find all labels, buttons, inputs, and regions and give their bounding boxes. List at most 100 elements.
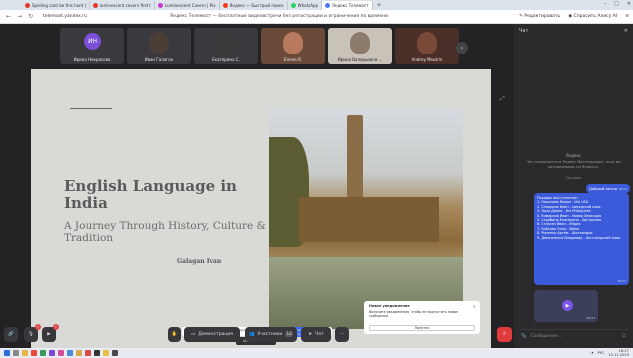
participant-tile[interactable]: ИН Ирина Некрасова [60, 28, 124, 64]
yandex-icon [222, 2, 228, 8]
expand-icon[interactable]: ⤢ [500, 95, 505, 103]
browser-tab[interactable]: Luminescent Cavern | Pix [155, 0, 220, 10]
search-icon[interactable] [13, 350, 19, 356]
participant-video [417, 32, 437, 54]
url-field[interactable]: telemost.yandex.ru [43, 14, 87, 19]
chat-button[interactable]: ➤ Чат [301, 327, 331, 342]
attach-icon[interactable]: 📎 [521, 334, 527, 339]
participant-name: Елена Я. [284, 57, 302, 62]
message-time: 18:21 [586, 316, 595, 320]
close-icon[interactable]: ✕ [473, 304, 476, 309]
photo-fort [299, 197, 439, 242]
browser-tab-bar: Spelling cant be this hard | luminescent… [0, 0, 633, 10]
date-separator: Сегодня [565, 176, 582, 180]
close-icon[interactable]: ✕ [624, 28, 628, 34]
system-tray: ◔ РУС 18:27 15.11.2025 [590, 348, 629, 358]
next-participants-button[interactable]: › [456, 42, 468, 54]
end-call-button[interactable]: ✆ [497, 327, 512, 342]
address-bar: ← → ↻ telemost.yandex.ru Яндекс Телемост… [0, 10, 633, 24]
participant-name: Иван Галаган [144, 57, 174, 62]
app-icon[interactable] [103, 350, 109, 356]
app-icon[interactable] [76, 350, 82, 356]
chat-message[interactable]: Порядок выступления : 1. Николаев Мирон … [534, 193, 629, 285]
participant-name: Екатерина С. [212, 57, 240, 62]
notification-title: Новое уведомление [369, 304, 410, 308]
raise-hand-button[interactable]: ✋ [168, 327, 181, 342]
participant-tile[interactable]: Andrey Moutrin [395, 28, 459, 64]
nav-buttons: ← → ↻ [0, 13, 39, 20]
more-button[interactable]: ··· [335, 327, 349, 342]
telemost-meeting-area: ИН Ирина Некрасова Иван Галаган Екатерин… [0, 24, 514, 349]
app-icon[interactable] [67, 350, 73, 356]
notification-ok-button[interactable]: Понятно [369, 325, 475, 331]
chat-header: Чат ✕ [514, 24, 633, 38]
forward-icon[interactable]: → [17, 13, 22, 20]
browser-icon[interactable] [31, 350, 37, 356]
alice-button[interactable]: ◉ Спросить Алису AI [568, 14, 617, 19]
mic-button[interactable]: 🎙! [24, 324, 41, 342]
maximize-icon[interactable]: □ [614, 1, 619, 7]
send-icon: ➤ [308, 332, 313, 337]
slide-title: English Language in India [64, 177, 237, 212]
chat-yandex-label: Яндекс [565, 153, 582, 158]
slide-divider [70, 108, 112, 109]
participant-tile[interactable]: Екатерина С. [194, 28, 258, 64]
youtube-icon [92, 2, 98, 8]
participants-strip: ИН Ирина Некрасова Иван Галаган Екатерин… [60, 28, 459, 64]
back-icon[interactable]: ← [6, 13, 11, 20]
app-icon[interactable] [112, 350, 118, 356]
participant-name: Andrey Moutrin [411, 57, 443, 62]
browser-tab[interactable]: Spelling cant be this hard | [22, 0, 90, 10]
people-icon: 👥 [248, 332, 255, 337]
participant-tile[interactable]: Иван Галаган [127, 28, 191, 64]
minimize-icon[interactable]: – [604, 1, 607, 7]
participant-tile[interactable]: Ирина Валерьевна ... [328, 28, 392, 64]
participant-name: Ирина Валерьевна ... [337, 57, 383, 62]
app-icon[interactable] [49, 350, 55, 356]
message-time: 18:22 [617, 278, 626, 283]
emoji-icon[interactable]: ☺ [621, 334, 626, 339]
participant-video [283, 32, 303, 54]
app-icon[interactable] [40, 350, 46, 356]
clock[interactable]: 18:27 15.11.2025 [608, 349, 629, 357]
telemost-icon [325, 2, 331, 8]
browser-tab[interactable]: Яндекс — Быстрый поиск [220, 0, 288, 10]
os-taskbar: ◔ РУС 18:27 15.11.2025 [0, 348, 633, 358]
browser-tab-active[interactable]: Яндекс Телемост [322, 0, 373, 10]
fort-photo [269, 107, 463, 329]
link-button[interactable]: 🔗 [4, 327, 18, 342]
chat-info-text: Чат сохраняется в Яндекс Мессенджере, ес… [526, 160, 621, 169]
participant-name: Ирина Некрасова [73, 57, 111, 62]
slide-subtitle: A Journey Through History, Culture & Tra… [64, 220, 266, 244]
app-icon[interactable] [58, 350, 64, 356]
browser-tab[interactable]: luminescent cavern find t [90, 0, 155, 10]
whatsapp-icon [290, 2, 296, 8]
menu-icon[interactable]: ≡ [625, 14, 629, 19]
app-icon[interactable] [94, 350, 100, 356]
notification-body: Включите уведомления, чтобы не пропустит… [369, 310, 459, 318]
window-controls: – □ ✕ [604, 1, 631, 7]
notification-popup: Новое уведомление Включите уведомления, … [364, 301, 480, 334]
participant-tile[interactable]: Елена Я. [261, 28, 325, 64]
chat-video-message[interactable]: ▶ 18:21 [534, 290, 598, 322]
close-icon[interactable]: ✕ [627, 1, 631, 7]
participant-video [216, 32, 236, 54]
files-icon[interactable] [22, 350, 28, 356]
screen-share-button[interactable]: ▭ Демонстрация [184, 327, 240, 342]
page-title: Яндекс Телемост — бесплатные видеовстреч… [170, 14, 388, 19]
browser-tab[interactable]: WhatsApp [288, 0, 323, 10]
wifi-icon[interactable]: ◔ [590, 351, 593, 355]
camera-button[interactable]: ▶! [42, 324, 59, 342]
app-icon[interactable] [85, 350, 91, 356]
avatar: ИН [84, 33, 101, 50]
chat-input[interactable]: Сообщение... [531, 334, 562, 339]
reload-icon[interactable]: ↻ [28, 13, 33, 20]
new-tab-button[interactable]: + [373, 2, 386, 9]
edit-button[interactable]: ✎ Редактировать [519, 14, 560, 19]
participants-button[interactable]: 👥 Участники 12 [245, 327, 297, 342]
monitor-icon: ▭ [190, 332, 196, 337]
play-icon[interactable]: ▶ [562, 300, 573, 311]
language-indicator[interactable]: РУС [598, 351, 605, 355]
chat-message[interactable]: Добрый вечер 18:21 [585, 184, 630, 193]
start-icon[interactable] [4, 350, 10, 356]
